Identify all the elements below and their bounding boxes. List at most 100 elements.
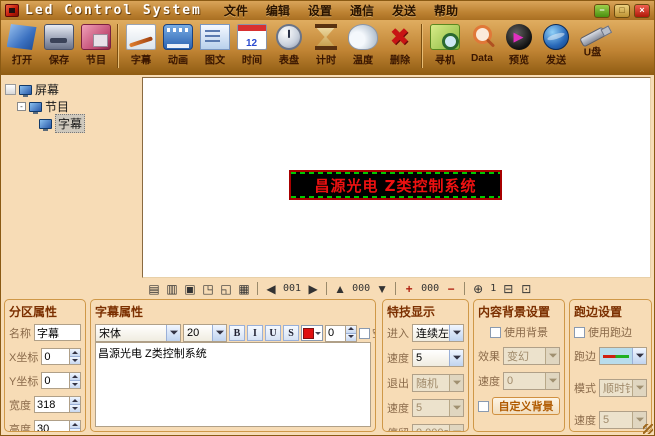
strike-button[interactable]: S xyxy=(283,325,299,341)
align-bottom-icon[interactable]: ◱ xyxy=(218,281,234,296)
x-label: X坐标 xyxy=(9,349,38,365)
y-input[interactable] xyxy=(42,373,69,388)
save-button[interactable]: 保存 xyxy=(40,22,77,72)
custom-background-checkbox[interactable] xyxy=(478,401,489,412)
spin-arrows[interactable] xyxy=(69,349,80,364)
graphics-button[interactable]: 图文 xyxy=(196,22,233,72)
temperature-button[interactable]: 温度 xyxy=(344,22,381,72)
custom-background-button[interactable]: 自定义背景 xyxy=(492,397,560,415)
open-button[interactable]: 打开 xyxy=(3,22,40,72)
chevron-down-icon xyxy=(449,400,463,416)
menu-help[interactable]: 帮助 xyxy=(434,2,458,19)
main-toolbar: 打开 保存 节目 字幕 动画 图文 时间 表盘 xyxy=(1,20,654,75)
bg-effect-value: 变幻 xyxy=(504,348,545,364)
underline-button[interactable]: U xyxy=(265,325,281,341)
clock-face-label: 表盘 xyxy=(278,53,298,68)
exit-speed-value: 5 xyxy=(413,402,449,414)
chevron-down-icon[interactable] xyxy=(212,325,226,341)
data-button[interactable]: Data xyxy=(463,22,500,72)
first-page-icon[interactable]: ◀ xyxy=(263,281,279,296)
spin-arrows[interactable] xyxy=(69,421,80,432)
font-select[interactable]: 宋体 xyxy=(95,324,181,342)
preview-button[interactable]: 预览 xyxy=(500,22,537,72)
height-input[interactable] xyxy=(35,421,69,432)
animation-button[interactable]: 动画 xyxy=(159,22,196,72)
move-up-icon[interactable]: ▲ xyxy=(332,281,348,296)
close-button[interactable]: × xyxy=(634,4,650,18)
use-border-checkbox[interactable] xyxy=(574,327,585,338)
spin-arrows[interactable] xyxy=(345,326,356,341)
italic-button[interactable]: I xyxy=(247,325,263,341)
font-color-picker[interactable] xyxy=(301,325,323,341)
usb-button[interactable]: U盘 xyxy=(574,22,611,72)
last-page-icon[interactable]: ▶ xyxy=(305,281,321,296)
temperature-label: 温度 xyxy=(352,53,372,68)
save-label: 保存 xyxy=(48,53,68,68)
chevron-down-icon[interactable] xyxy=(449,350,463,366)
resize-grip[interactable] xyxy=(643,424,653,434)
send-button[interactable]: 发送 xyxy=(537,22,574,72)
font-toolbar: 宋体 20 B I U S 空心 xyxy=(95,324,371,342)
enter-effect-select[interactable]: 连续左移 xyxy=(412,324,464,342)
delete-button[interactable]: 删除 xyxy=(381,22,418,72)
tree-item-subtitle[interactable]: 字幕 xyxy=(5,115,138,132)
width-input[interactable] xyxy=(35,397,69,412)
spin-arrows[interactable] xyxy=(69,373,80,388)
time-button[interactable]: 时间 xyxy=(233,22,270,72)
clock-face-button[interactable]: 表盘 xyxy=(270,22,307,72)
find-device-icon xyxy=(430,24,460,50)
menu-settings[interactable]: 设置 xyxy=(308,2,332,19)
align-corner-icon[interactable]: ◳ xyxy=(200,281,216,296)
chevron-down-icon[interactable] xyxy=(166,325,180,341)
send-label: 发送 xyxy=(545,53,565,68)
fit-screen-icon[interactable]: ⊡ xyxy=(518,281,534,296)
spin-arrows[interactable] xyxy=(69,397,80,412)
tree-item-screen[interactable]: 屏幕 xyxy=(5,81,138,98)
menu-communication[interactable]: 通信 xyxy=(350,2,374,19)
bg-effect-row: 效果 变幻 xyxy=(478,347,560,365)
subtitle-text-input[interactable]: 昌源光电 Z类控制系统 xyxy=(95,342,371,427)
timer-icon xyxy=(315,24,337,50)
enter-speed-select[interactable]: 5 xyxy=(412,349,464,367)
program-button[interactable]: 节目 xyxy=(77,22,114,72)
timer-button[interactable]: 计时 xyxy=(307,22,344,72)
maximize-button[interactable]: □ xyxy=(614,4,630,18)
find-device-button[interactable]: 寻机 xyxy=(426,22,463,72)
fit-width-icon[interactable]: ⊟ xyxy=(500,281,516,296)
editor-canvas[interactable]: 昌源光电 Z类控制系统 xyxy=(142,77,651,278)
x-input[interactable] xyxy=(42,349,69,364)
move-down-icon[interactable]: ▼ xyxy=(374,281,390,296)
align-center-vertical-icon[interactable]: ▥ xyxy=(164,281,180,296)
align-left-icon[interactable]: ▤ xyxy=(146,281,162,296)
zoom-icon[interactable]: ⊕ xyxy=(470,281,486,296)
tree-item-program[interactable]: - 节目 xyxy=(5,98,138,115)
border-mode-value: 顺时针 xyxy=(600,380,632,396)
strip-separator xyxy=(257,282,258,295)
preview-icon xyxy=(506,24,532,50)
font-size-select[interactable]: 20 xyxy=(183,324,227,342)
screen-checkbox-icon[interactable] xyxy=(5,84,16,95)
menu-edit[interactable]: 编辑 xyxy=(266,2,290,19)
hollow-checkbox[interactable] xyxy=(359,328,370,339)
decrease-icon[interactable]: − xyxy=(443,281,459,296)
data-icon xyxy=(467,24,497,50)
monitor-icon xyxy=(29,102,42,112)
bg-effect-select: 变幻 xyxy=(503,347,560,365)
led-preview-partition[interactable]: 昌源光电 Z类控制系统 xyxy=(289,170,502,200)
align-right-icon[interactable]: ▣ xyxy=(182,281,198,296)
use-background-checkbox[interactable] xyxy=(490,327,501,338)
tree-expander-icon[interactable]: - xyxy=(17,102,26,111)
menu-file[interactable]: 文件 xyxy=(224,2,248,19)
bg-speed-select: 0 xyxy=(503,372,560,390)
name-input[interactable] xyxy=(34,324,81,341)
chevron-down-icon[interactable] xyxy=(449,325,463,341)
bold-button[interactable]: B xyxy=(229,325,245,341)
exit-effect-select: 随机 xyxy=(412,374,464,392)
menu-send[interactable]: 发送 xyxy=(392,2,416,19)
increase-icon[interactable]: + xyxy=(401,281,417,296)
subtitle-button[interactable]: 字幕 xyxy=(122,22,159,72)
align-fill-icon[interactable]: ▦ xyxy=(236,281,252,296)
vertical-offset-value: 000 xyxy=(350,283,372,294)
minimize-button[interactable]: − xyxy=(594,4,610,18)
spacing-input[interactable] xyxy=(326,326,345,341)
